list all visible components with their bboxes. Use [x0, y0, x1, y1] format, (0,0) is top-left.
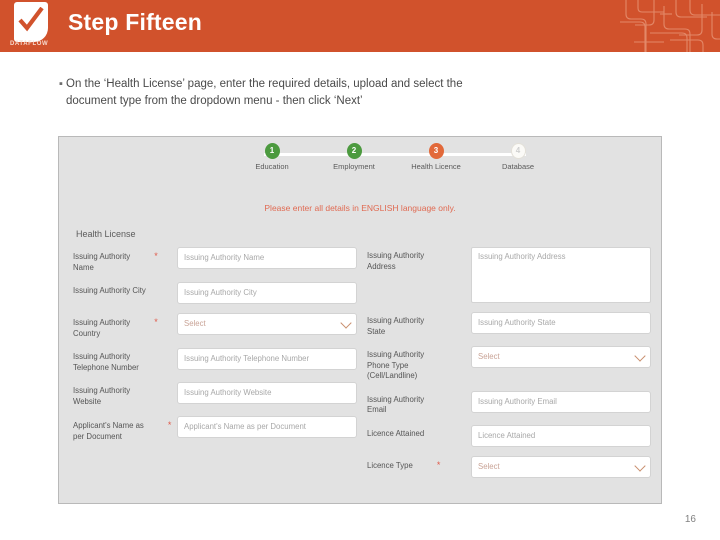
field-control: Select: [177, 313, 357, 335]
select-select[interactable]: Select: [471, 455, 651, 478]
checkmark-icon: [14, 2, 48, 42]
field-label: Issuing Authority Email: [367, 394, 425, 415]
field-control: Select: [471, 455, 651, 478]
stepper-step-employment[interactable]: 2 Employment: [324, 143, 384, 171]
embedded-screenshot: 1 Education 2 Employment 3 Health Licence 4 Dat…: [58, 136, 662, 504]
input-licence-attained[interactable]: Licence Attained: [471, 424, 651, 447]
decorative-line-pattern: [620, 0, 720, 52]
form-row-applicant-s-name-as-per-document: Applicant's Name as * per Document Applican…: [73, 416, 357, 442]
field-label: Issuing Authority Website: [73, 386, 131, 406]
bullet-paragraph: ▪ On the ‘Health License’ page, enter th…: [56, 76, 676, 110]
form-right-column: Issuing Authority Address Issuing Authorit…: [367, 247, 651, 487]
form-row-issuing-authority-telephone-number: Issuing Authority Telephone Number Issuing…: [73, 348, 357, 373]
field-control: Licence Attained: [471, 424, 651, 447]
field-label: Issuing Authority Address: [367, 251, 425, 271]
language-notice: Please enter all details in ENGLISH lang…: [264, 203, 456, 213]
form-row-issuing-authority-website: Issuing Authority Website Issuing Authorit…: [73, 382, 357, 407]
field-control: Issuing Authority City: [177, 282, 357, 304]
page-title: Step Fifteen: [68, 9, 203, 35]
form-left-column: Issuing Authority * Name Issuing Authority …: [73, 247, 357, 487]
step-label: Education: [255, 162, 289, 171]
bullet-body: On the ‘Health License’ page, enter the …: [66, 76, 676, 110]
field-label: Licence Type *: [367, 459, 441, 470]
form-row-select: Licence Type * Select: [367, 455, 651, 478]
step-number-badge: 2: [346, 143, 362, 159]
required-asterisk: *: [154, 251, 158, 261]
input-issuing-authority-city[interactable]: Issuing Authority City: [177, 282, 357, 304]
field-control: Applicant's Name as per Document: [177, 416, 357, 438]
stepper-step-education[interactable]: 1 Education: [242, 143, 302, 171]
step-number-badge: 3: [428, 143, 444, 159]
dataflow-logo: DATAFLOW: [10, 2, 56, 50]
field-label: Applicant's Name as * per Document: [73, 420, 172, 441]
step-number-badge: 1: [264, 143, 280, 159]
field-label: Issuing Authority City: [73, 286, 146, 295]
select-select[interactable]: Select: [471, 346, 651, 368]
slide-header: DATAFLOW Step Fifteen: [0, 0, 720, 52]
bullet-line-1: On the ‘Health License’ page, enter the …: [66, 78, 463, 90]
form-row-issuing-authority-address: Issuing Authority Address Issuing Authorit…: [367, 247, 651, 303]
input-issuing-authority-email[interactable]: Issuing Authority Email: [471, 390, 651, 413]
bullet-marker: ▪: [59, 78, 63, 90]
input-issuing-authority-name[interactable]: Issuing Authority Name: [177, 247, 357, 269]
required-asterisk: *: [436, 459, 441, 470]
form-row-issuing-authority-name: Issuing Authority * Name Issuing Authority …: [73, 247, 357, 273]
input-issuing-authority-website[interactable]: Issuing Authority Website: [177, 382, 357, 404]
form-row-issuing-authority-state: Issuing Authority State Issuing Authority …: [367, 312, 651, 337]
progress-stepper: 1 Education 2 Employment 3 Health Licence 4 Dat…: [242, 143, 547, 179]
field-control: Issuing Authority State: [471, 312, 651, 334]
form-row-select: Issuing Authority Phone Type (Cell/Landlin…: [367, 346, 651, 382]
form-row-issuing-authority-email: Issuing Authority Email Issuing Authority …: [367, 390, 651, 416]
step-label: Health Licence: [411, 162, 461, 171]
logo-wordmark: DATAFLOW: [10, 41, 49, 47]
input-issuing-authority-telephone-number[interactable]: Issuing Authority Telephone Number: [177, 348, 357, 370]
form-row-issuing-authority-city: Issuing Authority City Issuing Authority …: [73, 282, 357, 304]
step-label: Database: [501, 162, 535, 171]
field-control: Issuing Authority Email: [471, 390, 651, 413]
field-control: Issuing Authority Website: [177, 382, 357, 404]
field-control: Select: [471, 346, 651, 368]
stepper-step-database[interactable]: 4 Database: [488, 143, 548, 171]
field-control: Issuing Authority Address: [471, 247, 651, 303]
field-label: Issuing Authority * Name: [73, 251, 158, 272]
input-applicant-s-name-as-per-document[interactable]: Applicant's Name as per Document: [177, 416, 357, 438]
health-license-form: Issuing Authority * Name Issuing Authority …: [73, 247, 651, 487]
textarea-issuing-authority-address[interactable]: Issuing Authority Address: [471, 247, 651, 303]
input-issuing-authority-state[interactable]: Issuing Authority State: [471, 312, 651, 334]
stepper-connector-line: [264, 153, 526, 156]
field-label: Issuing Authority Phone Type (Cell/Landlin…: [367, 350, 425, 380]
field-label: Issuing Authority State: [367, 316, 425, 336]
form-row-licence-attained: Licence Attained Licence Attained: [367, 424, 651, 447]
field-control: Issuing Authority Telephone Number: [177, 348, 357, 370]
field-control: Issuing Authority Name: [177, 247, 357, 269]
step-number-badge: 4: [510, 143, 526, 159]
field-label: Issuing Authority * Country: [73, 317, 158, 338]
field-label: Licence Attained: [367, 428, 425, 438]
step-label: Employment: [333, 162, 375, 171]
bullet-line-2: document type from the dropdown menu - t…: [66, 95, 363, 107]
required-asterisk: *: [167, 420, 172, 430]
section-title: Health License: [76, 229, 136, 239]
field-label: Issuing Authority Telephone Number: [73, 352, 139, 372]
form-row-select: Issuing Authority * Country Select: [73, 313, 357, 339]
stepper-step-health-licence[interactable]: 3 Health Licence: [406, 143, 466, 171]
required-asterisk: *: [154, 317, 158, 327]
slide-page-number: 16: [684, 514, 696, 525]
select-select[interactable]: Select: [177, 313, 357, 335]
